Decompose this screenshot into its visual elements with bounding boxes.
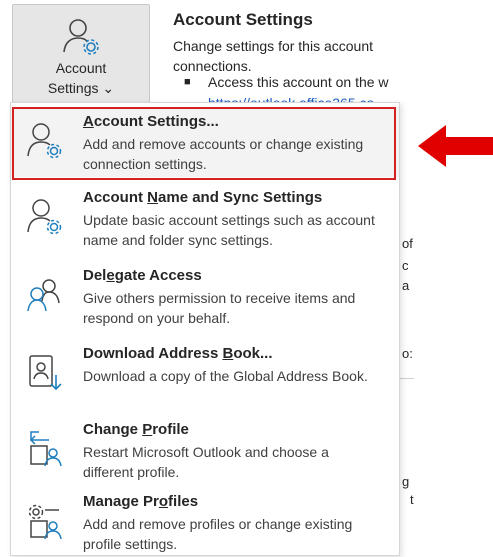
title-part: ccount Settings...: [93, 113, 219, 130]
title-part: rofile: [152, 421, 189, 438]
account-settings-heading: Account Settings: [173, 10, 313, 29]
menu-item-description: Give others permission to receive items …: [83, 290, 356, 326]
address-book-download-icon: [29, 355, 62, 391]
account-settings-icon: [63, 19, 99, 55]
account-settings-icon: [27, 199, 62, 235]
access-key: P: [142, 421, 153, 438]
background-divider: [400, 378, 414, 379]
menu-item-delegate-access[interactable]: Delegate Access Give others permission t…: [11, 261, 399, 331]
background-text-fragment: a: [402, 278, 410, 293]
background-text-fragment: of: [402, 236, 413, 251]
account-settings-description: Change settings for this account connect…: [173, 36, 423, 76]
menu-item-account-settings[interactable]: Account Settings... Add and remove accou…: [11, 107, 399, 177]
access-key: N: [147, 189, 159, 206]
delegate-people-icon: [27, 279, 60, 312]
menu-item-description: Restart Microsoft Outlook and choose a d…: [83, 444, 329, 480]
description-line2: connections.: [173, 58, 252, 74]
access-key: e: [106, 267, 115, 284]
menu-item-title: Manage Profiles: [83, 493, 198, 510]
change-profile-icon: [29, 431, 62, 467]
account-settings-dropdown-button[interactable]: Account Settings ⌄: [12, 4, 150, 104]
background-text-fragment: g: [402, 474, 410, 489]
title-part: ame and Sync Settings: [158, 189, 323, 206]
bullet-icon: ■: [184, 76, 191, 88]
red-arrow-icon: [418, 125, 493, 167]
menu-item-change-profile[interactable]: Change Profile Restart Microsoft Outlook…: [11, 415, 399, 485]
title-part: Download Address: [83, 345, 223, 362]
description-line1: Change settings for this account: [173, 38, 374, 54]
menu-item-manage-profiles[interactable]: Manage Profiles Add and remove profiles …: [11, 487, 399, 557]
menu-item-title: Change Profile: [83, 421, 189, 438]
title-part: Manage Pr: [83, 493, 159, 510]
menu-item-download-address-book[interactable]: Download Address Book... Download a copy…: [11, 339, 399, 409]
menu-item-description: Add and remove accounts or change existi…: [83, 136, 364, 172]
menu-item-description: Add and remove profiles or change existi…: [83, 516, 353, 552]
menu-item-title: Delegate Access: [83, 267, 202, 284]
title-part: ook...: [233, 345, 273, 362]
access-account-text: Access this account on the w: [208, 74, 389, 90]
menu-item-title: Account Settings...: [83, 113, 219, 130]
manage-profiles-icon: [28, 504, 62, 540]
account-button-label-line1: Account: [55, 60, 107, 76]
background-text-fragment: c: [402, 258, 409, 273]
title-part: Del: [83, 267, 107, 284]
menu-item-account-name-sync[interactable]: Account Name and Sync Settings Update ba…: [11, 183, 399, 253]
title-part: Change: [83, 421, 143, 438]
title-part: gate Access: [114, 267, 202, 284]
access-key: A: [83, 113, 94, 130]
account-button-label-line2: Settings ⌄: [13, 80, 149, 97]
title-part: Account: [83, 189, 148, 206]
title-part: files: [168, 493, 199, 510]
menu-item-description: Update basic account settings such as ac…: [83, 212, 375, 248]
account-settings-icon: [27, 123, 62, 159]
account-settings-menu: Account Settings... Add and remove accou…: [10, 102, 400, 556]
chevron-down-icon: ⌄: [102, 80, 115, 96]
background-text-fragment: t: [410, 492, 414, 507]
access-key: B: [222, 345, 234, 362]
background-text-fragment: o:: [402, 346, 413, 361]
menu-item-title: Download Address Book...: [83, 345, 272, 362]
menu-item-description: Download a copy of the Global Address Bo…: [83, 368, 368, 384]
access-key: o: [158, 493, 169, 510]
account-button-label-text: Settings: [47, 80, 99, 96]
menu-item-title: Account Name and Sync Settings: [83, 189, 322, 206]
